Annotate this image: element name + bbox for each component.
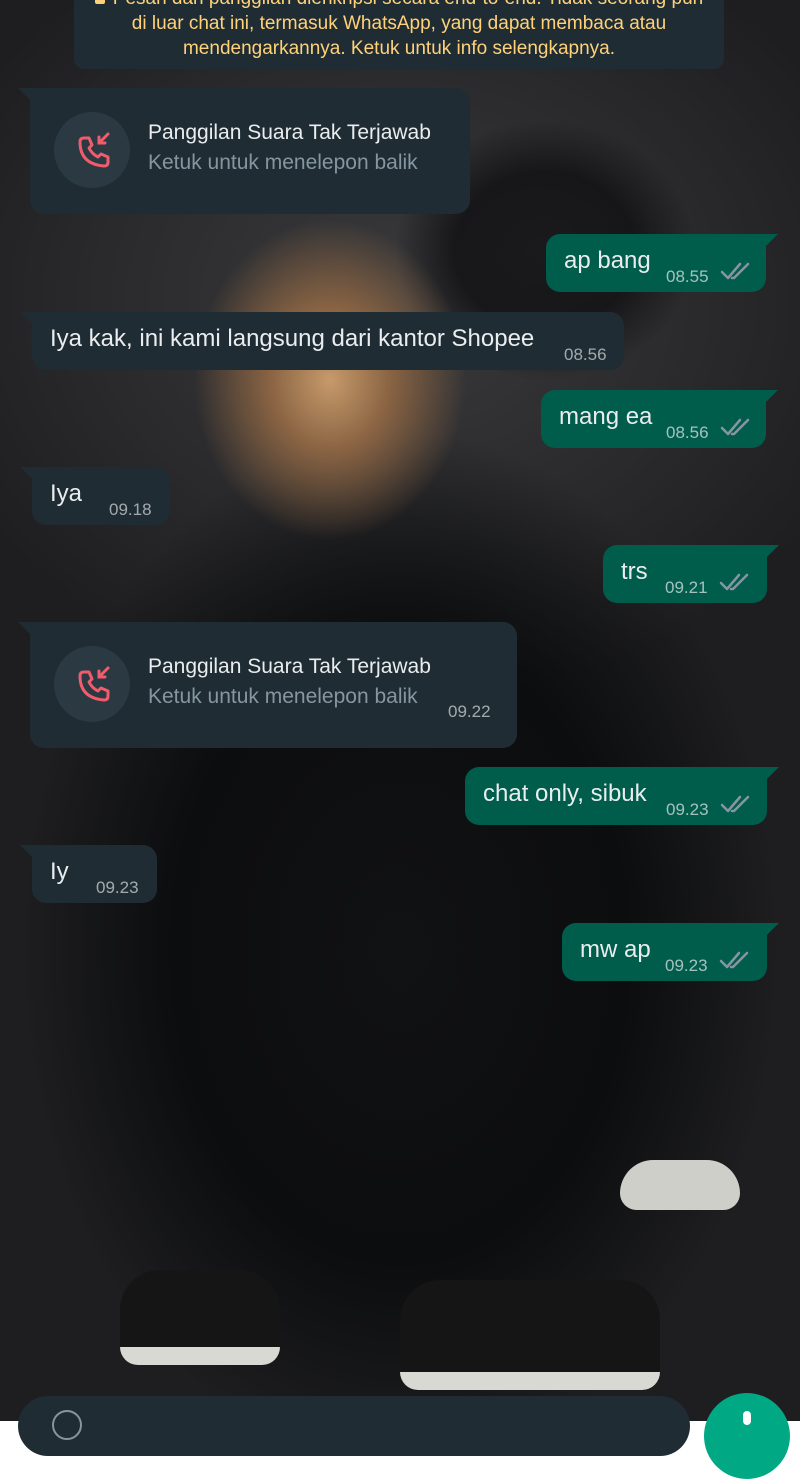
message-input[interactable] [18,1396,690,1456]
double-check-icon [719,951,749,969]
message-time: 08.55 [666,267,709,286]
lock-icon [94,0,105,5]
mic-button[interactable] [704,1393,790,1479]
double-check-icon [720,262,750,280]
message-time: 09.18 [109,500,152,519]
incoming-message[interactable]: Iya 09.18 [20,467,170,525]
message-time: 09.22 [448,702,491,721]
message-text: Iya kak, ini kami langsung dari kantor S… [50,325,535,352]
message-text: chat only, sibuk [483,780,647,807]
message-text: ap bang [564,247,651,274]
message-time: 09.21 [665,578,708,597]
message-time: 09.23 [666,800,709,819]
message-text: trs [621,558,648,585]
outgoing-message[interactable]: ap bang 08.55 [546,234,778,292]
wallpaper-shoe-right [400,1280,660,1390]
message-time: 08.56 [666,423,709,442]
wallpaper-shoe-left [120,1270,280,1365]
missed-call-icon-circle [54,112,130,188]
double-check-icon [720,418,750,436]
emoji-icon[interactable] [52,1410,82,1440]
outgoing-message[interactable]: mang ea 08.56 [541,390,778,448]
incoming-message[interactable]: Iy 09.23 [20,845,157,903]
message-text: Iy [50,858,69,885]
message-time: 09.23 [665,956,708,975]
message-text: mang ea [559,403,653,430]
call-subtitle: Ketuk untuk menelepon balik [148,685,418,708]
message-text: Iya [50,480,83,507]
missed-call-icon-circle [54,646,130,722]
missed-call-bubble[interactable]: Panggilan Suara Tak Terjawab Ketuk untuk… [18,622,517,748]
incoming-message[interactable]: Iya kak, ini kami langsung dari kantor S… [20,312,624,370]
double-check-icon [719,573,749,591]
missed-call-bubble[interactable]: Panggilan Suara Tak Terjawab Ketuk untuk… [18,88,470,214]
missed-call-icon [78,666,110,702]
encryption-notice-text: Pesan dan panggilan dienkripsi secara en… [113,0,703,59]
outgoing-message[interactable]: trs 09.21 [603,545,779,603]
message-text: mw ap [580,936,651,963]
double-check-icon [720,795,750,813]
mic-icon [743,1411,751,1425]
outgoing-message[interactable]: mw ap 09.23 [562,923,779,981]
encryption-notice[interactable]: Pesan dan panggilan dienkripsi secara en… [74,0,724,69]
message-time: 08.56 [564,345,607,364]
message-time: 09.23 [96,878,139,897]
call-subtitle: Ketuk untuk menelepon balik [148,151,418,174]
outgoing-message[interactable]: chat only, sibuk 09.23 [465,767,779,825]
wallpaper-shoe-back [620,1160,740,1210]
call-title: Panggilan Suara Tak Terjawab [148,655,431,678]
call-title: Panggilan Suara Tak Terjawab [148,121,431,144]
missed-call-icon [78,132,110,168]
